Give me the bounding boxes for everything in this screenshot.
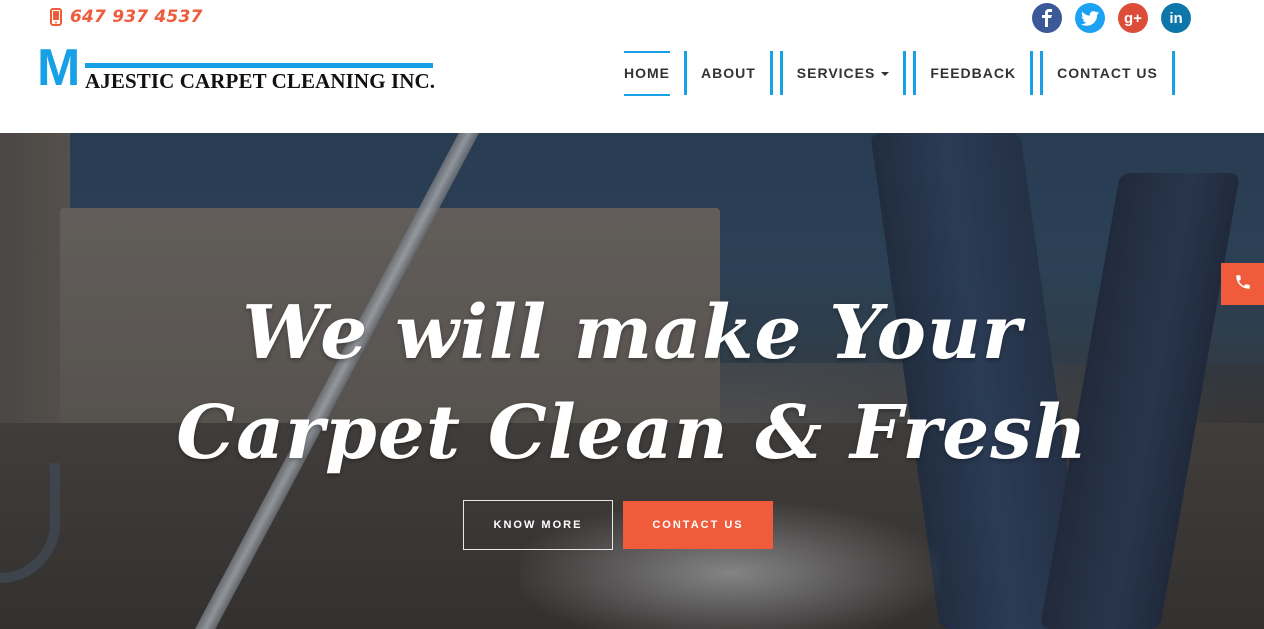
hero-title: We will make Your Carpet Clean & Fresh (0, 283, 1264, 483)
facebook-icon[interactable] (1032, 3, 1062, 33)
nav-item-about[interactable]: ABOUT (687, 51, 770, 95)
caret-down-icon (881, 72, 890, 76)
phone-number[interactable]: 647 937 4537 (70, 7, 203, 27)
site-logo[interactable]: M AJESTIC CARPET CLEANING INC. (37, 39, 437, 97)
mobile-phone-icon (50, 8, 62, 26)
social-links: g+ in (1032, 3, 1191, 33)
nav-label: ABOUT (701, 65, 756, 81)
side-call-button[interactable] (1221, 263, 1264, 305)
nav-divider (1171, 51, 1175, 95)
nav-item-contact[interactable]: CONTACT US (1043, 51, 1172, 95)
nav-item-feedback[interactable]: FEEDBACK (916, 51, 1030, 95)
top-phone[interactable]: 647 937 4537 (50, 7, 203, 27)
know-more-button[interactable]: KNOW MORE (463, 500, 613, 550)
google-plus-icon[interactable]: g+ (1118, 3, 1148, 33)
logo-text: AJESTIC CARPET CLEANING INC. (85, 69, 436, 93)
linkedin-glyph: in (1169, 9, 1183, 27)
nav-label: FEEDBACK (930, 65, 1017, 81)
phone-icon (1234, 273, 1252, 296)
hero-title-line1: We will make Your (242, 290, 1022, 376)
linkedin-icon[interactable]: in (1161, 3, 1191, 33)
site-header: 647 937 4537 g+ in M AJESTIC CARPET CLEA… (0, 0, 1264, 133)
nav-label: SERVICES (796, 65, 876, 81)
nav-item-services[interactable]: SERVICES (783, 51, 904, 95)
nav-label: CONTACT US (1057, 65, 1158, 81)
nav-label: HOME (624, 65, 670, 81)
google-plus-glyph: g+ (1124, 9, 1142, 27)
nav-item-home[interactable]: HOME (610, 51, 684, 96)
hero-title-line2: Carpet Clean & Fresh (176, 390, 1088, 476)
hero-banner: We will make Your Carpet Clean & Fresh K… (0, 133, 1264, 629)
twitter-icon[interactable] (1075, 3, 1105, 33)
logo-bar (85, 63, 433, 68)
main-nav: HOME ABOUT SERVICES FEEDBACK CONTACT US (610, 51, 1175, 96)
logo-initial: M (37, 39, 81, 97)
contact-us-button[interactable]: CONTACT US (623, 501, 773, 549)
